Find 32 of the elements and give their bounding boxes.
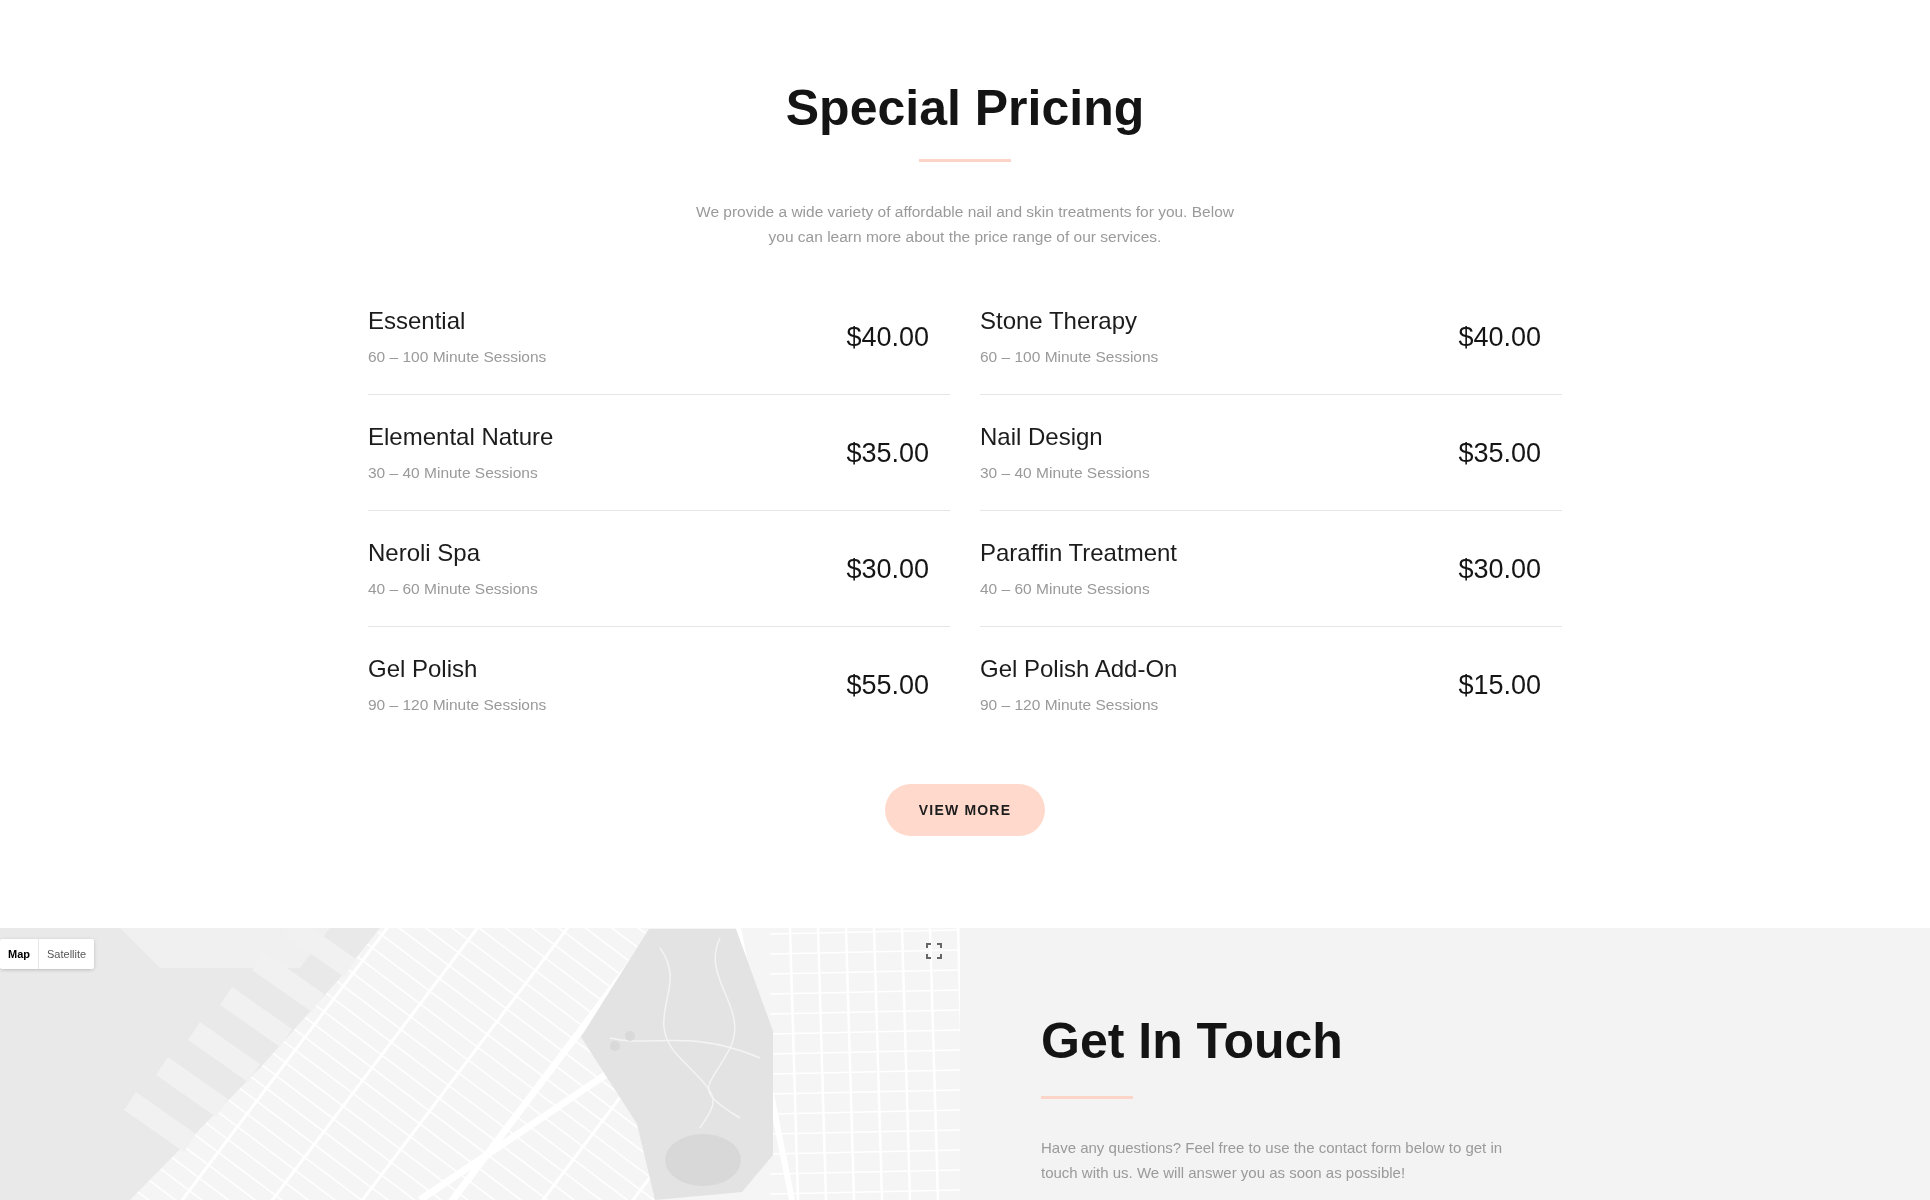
session-duration: 40 – 60 Minute Sessions <box>980 579 1150 599</box>
service-price: $35.00 <box>1458 437 1541 470</box>
service-price: $30.00 <box>1458 553 1541 586</box>
session-duration: 90 – 120 Minute Sessions <box>368 695 547 715</box>
contact-text: Have any questions? Feel free to use the contact form below to get in touch with us. We will answer you as soon as possible! <box>1041 1138 1504 1183</box>
service-name: Elemental Nature <box>368 422 554 452</box>
service-name: Stone Therapy <box>980 306 1137 336</box>
session-duration: 40 – 60 Minute Sessions <box>368 579 538 599</box>
session-duration: 30 – 40 Minute Sessions <box>368 463 538 483</box>
intro-text: We provide a wide variety of affordable nail and skin treatments for you. Below you can learn more about the price range of our services. <box>695 202 1235 247</box>
service-price: $15.00 <box>1458 669 1541 702</box>
service-name: Paraffin Treatment <box>980 538 1177 568</box>
service-price: $35.00 <box>846 437 929 470</box>
session-duration: 60 – 100 Minute Sessions <box>368 347 547 367</box>
session-duration: 60 – 100 Minute Sessions <box>980 347 1159 367</box>
service-price: $40.00 <box>1458 321 1541 354</box>
section-title: Special Pricing <box>785 79 1145 138</box>
map-type-tab[interactable]: Map <box>0 939 38 969</box>
session-duration: 30 – 40 Minute Sessions <box>980 463 1150 483</box>
service-name: Nail Design <box>980 422 1103 452</box>
view-more-button[interactable]: VIEW MORE <box>884 784 1046 836</box>
session-duration: 90 – 120 Minute Sessions <box>980 695 1159 715</box>
service-price: $55.00 <box>846 669 929 702</box>
service-name: Essential <box>368 306 466 336</box>
service-name: Gel Polish Add-On <box>980 654 1178 684</box>
service-price: $30.00 <box>846 553 929 586</box>
service-name: Gel Polish <box>368 654 478 684</box>
fullscreen-icon[interactable] <box>926 943 942 959</box>
service-name: Neroli Spa <box>368 538 481 568</box>
map-type-tab[interactable]: Satellite <box>38 939 95 969</box>
section-title: Get In Touch <box>1041 1012 1343 1071</box>
service-price: $40.00 <box>846 321 929 354</box>
